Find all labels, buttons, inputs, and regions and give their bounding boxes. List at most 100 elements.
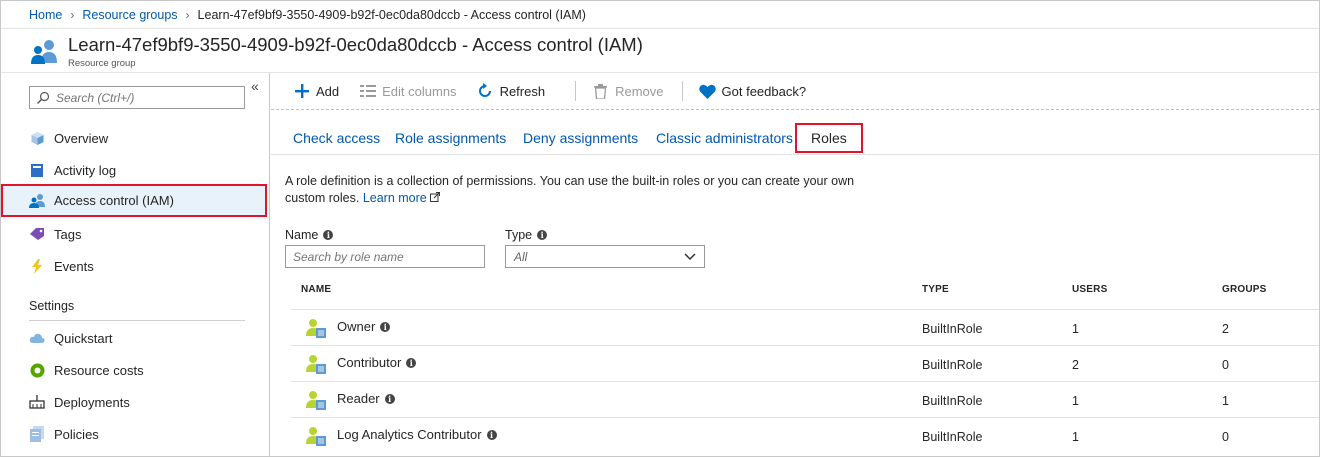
iam-tabs: Check access Role assignments Deny assig… (271, 123, 1319, 155)
menu-search[interactable] (29, 86, 245, 109)
tag-icon (29, 226, 45, 242)
refresh-icon (477, 83, 494, 100)
collapse-menu-icon[interactable]: « (251, 78, 259, 94)
table-row[interactable]: Owner i BuiltInRole 1 2 (291, 309, 1319, 345)
sidebar-item-label: Events (54, 258, 94, 274)
activity-log-icon (29, 162, 45, 178)
type-filter-label: Type i (505, 228, 548, 242)
info-icon[interactable]: i (384, 393, 395, 404)
breadcrumb-current: Learn-47ef9bf9-3550-4909-b92f-0ec0da80dc… (197, 7, 586, 22)
blade-header: Learn-47ef9bf9-3550-4909-b92f-0ec0da80dc… (1, 29, 1319, 73)
policies-icon (29, 426, 45, 442)
sidebar-item-policies[interactable]: Policies (1, 418, 267, 450)
sidebar-item-label: Activity log (54, 162, 117, 178)
learn-more-link[interactable]: Learn more (363, 191, 440, 205)
role-groups-count: 0 (1222, 430, 1229, 444)
sidebar-item-overview[interactable]: Overview (1, 122, 267, 154)
column-header-users[interactable]: USERS (1072, 284, 1107, 295)
tab-classic-administrators[interactable]: Classic administrators (656, 123, 793, 153)
toolbar-divider (681, 81, 683, 101)
column-header-type[interactable]: TYPE (922, 284, 949, 295)
toolbar-divider (575, 81, 577, 101)
cloud-icon (29, 330, 45, 346)
info-icon[interactable]: i (486, 429, 497, 440)
tab-roles[interactable]: Roles (795, 123, 863, 153)
tab-deny-assignments[interactable]: Deny assignments (523, 123, 638, 153)
sidebar-item-label: Deployments (54, 394, 130, 410)
role-name: Owner i (337, 319, 391, 334)
sidebar-item-label: Tags (54, 226, 82, 242)
sidebar-item-tags[interactable]: Tags (1, 218, 267, 250)
search-icon (37, 91, 50, 104)
edit-columns-label: Edit columns (382, 83, 457, 99)
role-groups-count: 2 (1222, 322, 1229, 336)
add-button[interactable]: Add (293, 83, 339, 100)
breadcrumb: Home › Resource groups › Learn-47ef9bf9-… (1, 1, 1319, 29)
role-name-text: Owner (337, 319, 376, 334)
chevron-right-icon: › (70, 7, 75, 22)
table-row[interactable]: Reader i BuiltInRole 1 1 (291, 381, 1319, 417)
role-name-text: Log Analytics Contributor (337, 427, 482, 442)
feedback-button[interactable]: Got feedback? (698, 83, 806, 100)
deployments-icon (29, 394, 45, 410)
menu-search-input[interactable] (56, 90, 236, 105)
column-header-groups[interactable]: GROUPS (1222, 284, 1267, 295)
info-icon[interactable]: i (380, 321, 391, 332)
resource-menu: « Overview Activity log Access control (1, 73, 270, 456)
name-filter-label: Name i (285, 228, 334, 242)
refresh-button[interactable]: Refresh (477, 83, 546, 100)
sidebar-item-access-control[interactable]: Access control (IAM) (1, 184, 267, 217)
page-title: Learn-47ef9bf9-3550-4909-b92f-0ec0da80dc… (68, 34, 643, 55)
tab-check-access[interactable]: Check access (293, 123, 380, 153)
chevron-right-icon: › (185, 7, 190, 22)
type-dropdown-value: All (514, 249, 528, 264)
resource-group-users-icon (31, 40, 57, 64)
role-name-search-input[interactable] (285, 245, 485, 268)
heart-icon (698, 83, 716, 100)
page-subtitle: Resource group (68, 58, 136, 69)
tab-role-assignments[interactable]: Role assignments (395, 123, 506, 153)
role-users-count: 1 (1072, 394, 1079, 408)
role-name: Log Analytics Contributor i (337, 427, 497, 442)
sidebar-item-quickstart[interactable]: Quickstart (1, 322, 267, 354)
lightning-icon (29, 258, 45, 274)
column-header-name[interactable]: NAME (301, 284, 331, 295)
role-icon (306, 319, 326, 338)
role-icon (306, 391, 326, 410)
sidebar-item-label: Quickstart (54, 330, 113, 346)
role-users-count: 2 (1072, 358, 1079, 372)
role-name-text: Reader (337, 391, 380, 406)
sidebar-item-activity-log[interactable]: Activity log (1, 154, 267, 186)
add-label: Add (316, 83, 340, 99)
info-icon[interactable]: i (537, 230, 548, 240)
sidebar-item-events[interactable]: Events (1, 250, 267, 282)
remove-button[interactable]: Remove (592, 83, 664, 100)
section-divider (29, 320, 245, 321)
chevron-down-icon (684, 252, 696, 260)
role-icon (306, 427, 326, 446)
sidebar-item-label: Overview (54, 130, 109, 146)
sidebar-item-deployments[interactable]: Deployments (1, 386, 267, 418)
breadcrumb-home-link[interactable]: Home (29, 8, 62, 22)
role-icon (306, 355, 326, 374)
sidebar-item-label: Access control (IAM) (54, 193, 174, 208)
roles-description: A role definition is a collection of per… (285, 173, 895, 207)
table-row[interactable]: Contributor i BuiltInRole 2 0 (291, 345, 1319, 381)
type-label-text: Type (505, 228, 533, 242)
breadcrumb-resource-groups-link[interactable]: Resource groups (82, 8, 177, 22)
role-name-text: Contributor (337, 355, 402, 370)
portal-frame: Home › Resource groups › Learn-47ef9bf9-… (0, 0, 1320, 457)
info-icon[interactable]: i (406, 357, 417, 368)
type-dropdown[interactable]: All (505, 245, 705, 268)
iam-users-icon (29, 193, 45, 209)
table-row[interactable]: Log Analytics Contributor i BuiltInRole 1… (291, 417, 1319, 453)
costs-icon (29, 362, 45, 378)
info-icon[interactable]: i (323, 230, 334, 240)
sidebar-item-resource-costs[interactable]: Resource costs (1, 354, 267, 386)
edit-columns-button[interactable]: Edit columns (359, 83, 457, 100)
external-link-icon (429, 192, 440, 202)
refresh-label: Refresh (499, 83, 546, 99)
role-type: BuiltInRole (922, 394, 983, 408)
trash-icon (592, 83, 609, 100)
role-name: Contributor i (337, 355, 417, 370)
